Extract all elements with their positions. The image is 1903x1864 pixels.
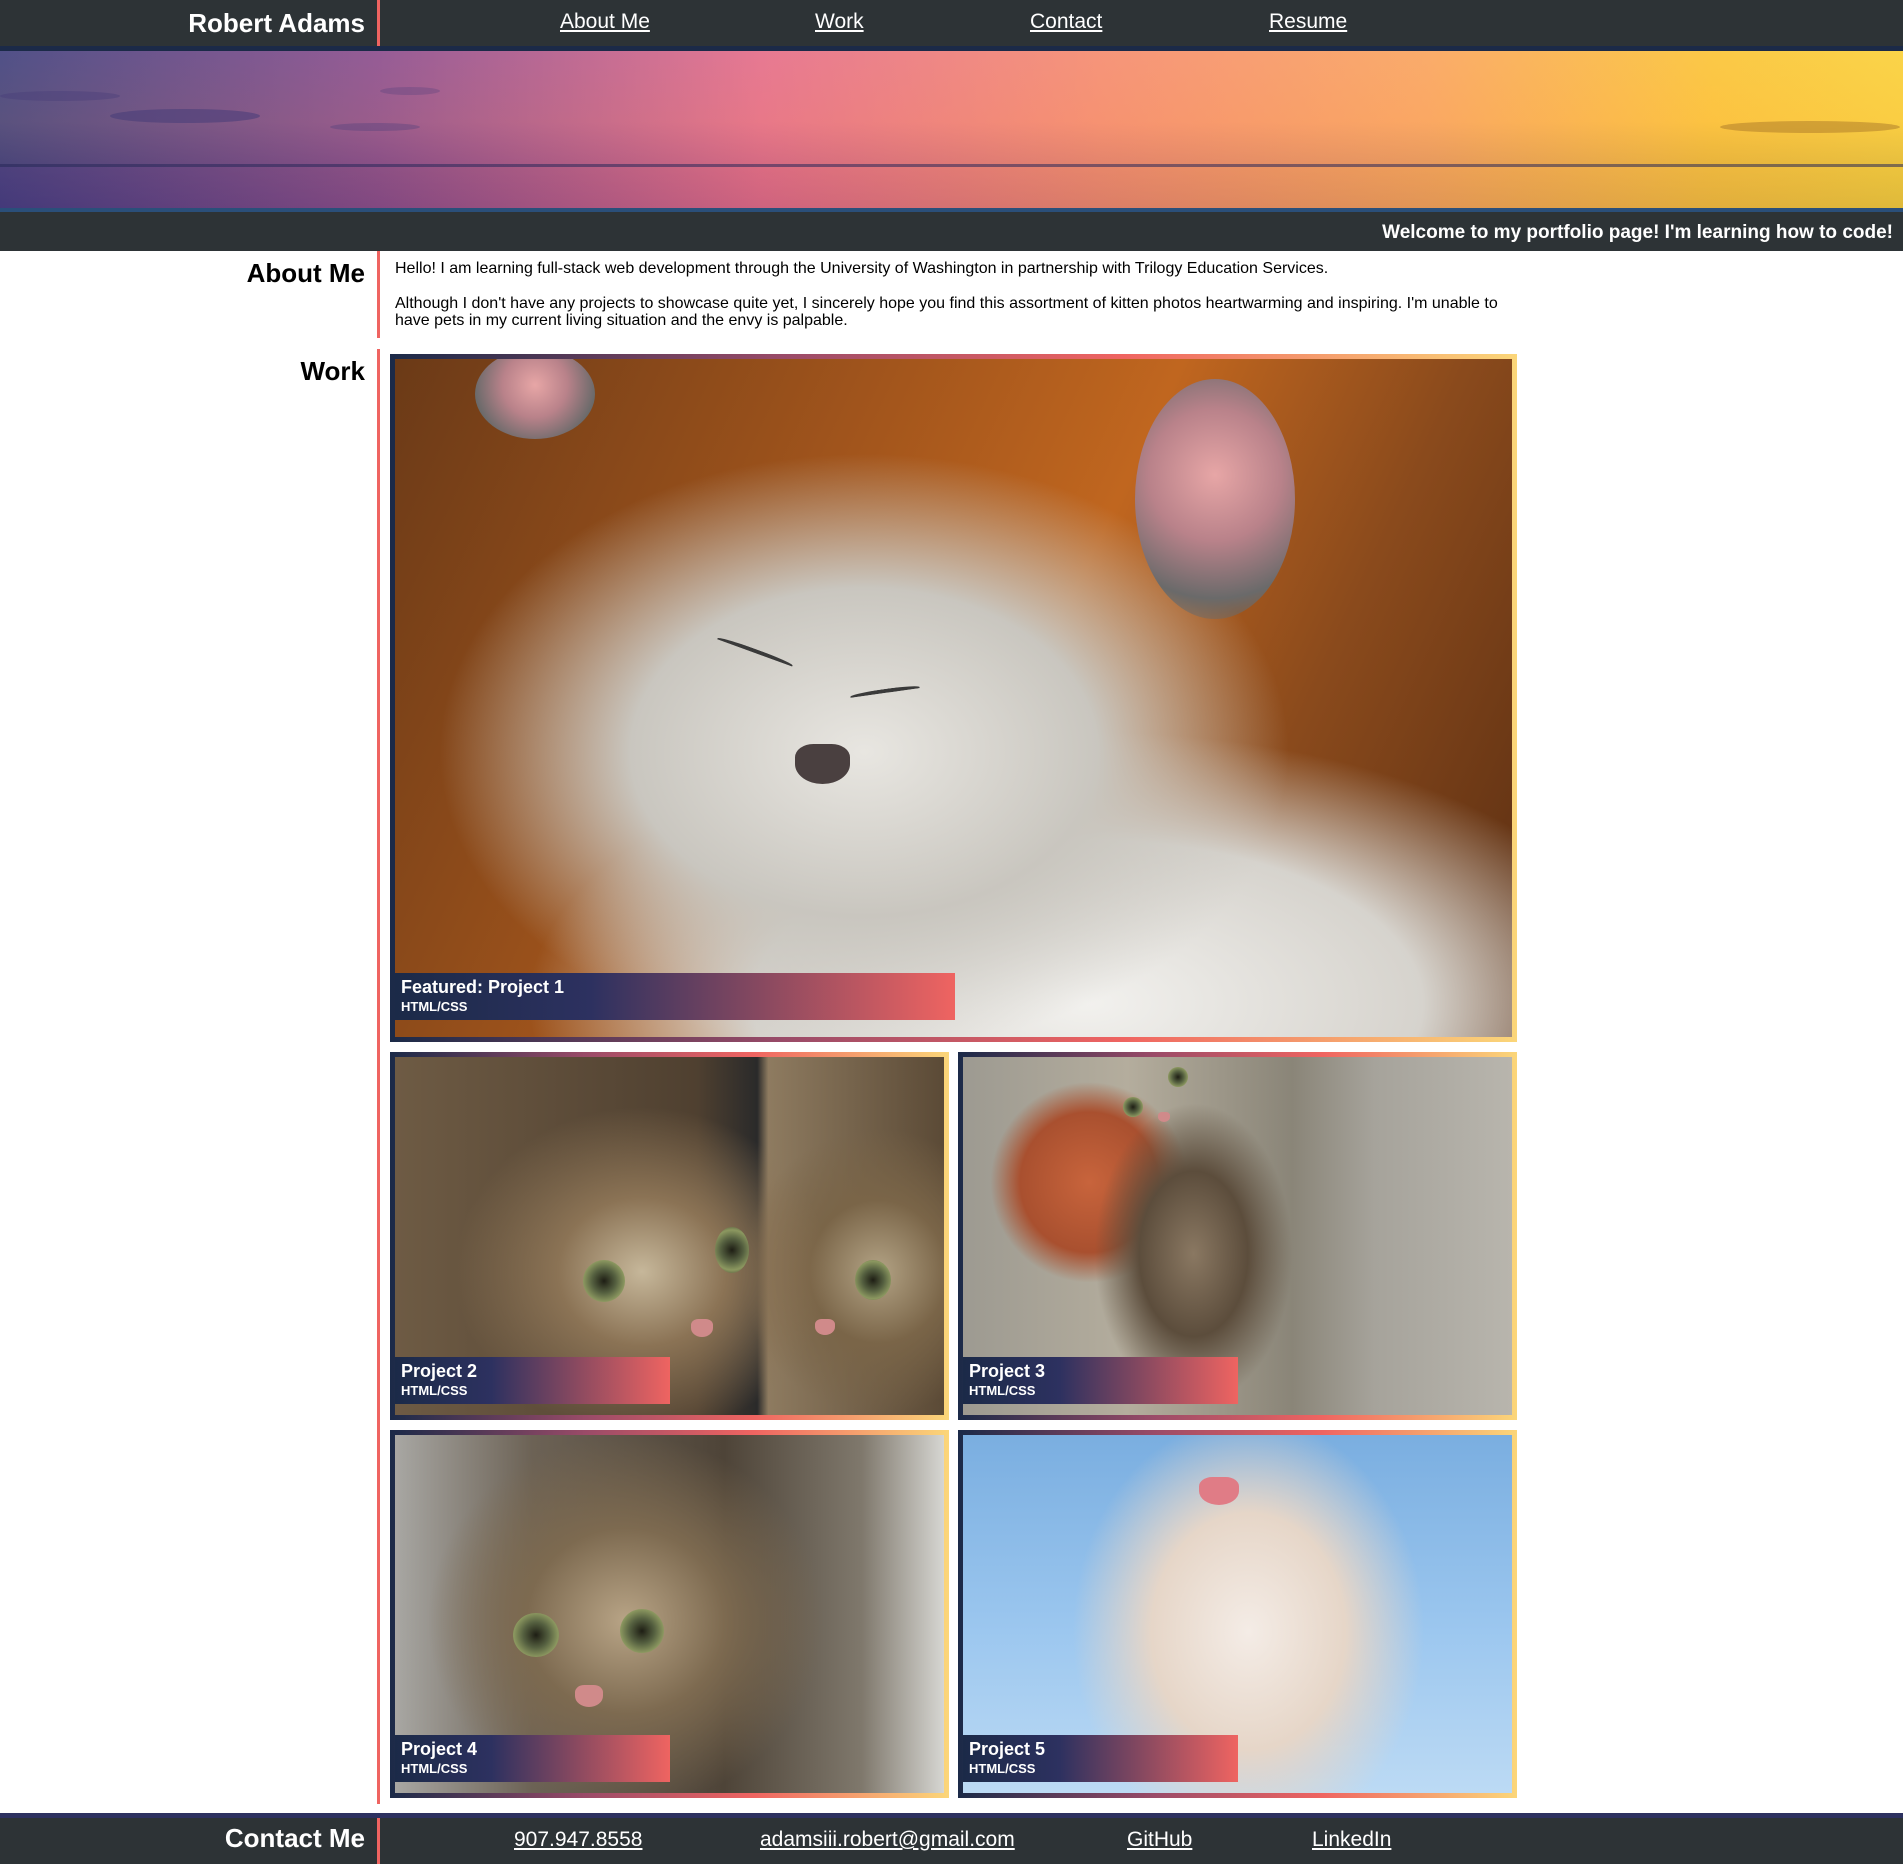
contact-email-link[interactable]: adamsiii.robert@gmail.com xyxy=(760,1828,1015,1852)
kitten-eye xyxy=(1168,1067,1188,1087)
project-card-2[interactable]: Project 2 HTML/CSS xyxy=(390,1052,949,1420)
project-tech: HTML/CSS xyxy=(969,1761,1036,1776)
about-text: Hello! I am learning full-stack web deve… xyxy=(395,260,1515,329)
contact-heading: Contact Me xyxy=(224,1823,365,1853)
work-heading: Work xyxy=(300,356,365,386)
nav-link-resume[interactable]: Resume xyxy=(1269,10,1347,34)
project-title: Featured: Project 1 xyxy=(401,977,565,997)
footer-divider xyxy=(377,1818,380,1864)
project-tech: HTML/CSS xyxy=(401,1761,468,1776)
project-label: Project 3 HTML/CSS xyxy=(963,1357,1238,1404)
project-label: Project 5 HTML/CSS xyxy=(963,1735,1238,1782)
project-tech: HTML/CSS xyxy=(401,999,468,1014)
project-card-5[interactable]: Project 5 HTML/CSS xyxy=(958,1430,1517,1798)
welcome-bar: Welcome to my portfolio page! I'm learni… xyxy=(0,212,1903,251)
about-paragraph: Hello! I am learning full-stack web deve… xyxy=(395,260,1329,277)
kitten-eye xyxy=(715,1227,749,1273)
about-divider xyxy=(377,251,380,338)
nav-link-work[interactable]: Work xyxy=(815,10,864,34)
work-divider xyxy=(377,349,380,1804)
contact-footer: Contact Me 907.947.8558 adamsiii.robert@… xyxy=(0,1818,1903,1864)
banner-sunset-image xyxy=(0,51,1903,208)
project-card-featured[interactable]: Featured: Project 1 HTML/CSS xyxy=(390,354,1517,1042)
project-title: Project 3 xyxy=(969,1361,1046,1381)
kitten-eye xyxy=(1123,1097,1143,1117)
kitten-eye xyxy=(513,1613,559,1657)
kitten-photo: Featured: Project 1 HTML/CSS xyxy=(395,359,1512,1037)
kitten-eye xyxy=(620,1609,664,1653)
project-label: Project 2 HTML/CSS xyxy=(395,1357,670,1404)
project-label: Project 4 HTML/CSS xyxy=(395,1735,670,1782)
github-link[interactable]: GitHub xyxy=(1127,1828,1192,1852)
contact-phone-link[interactable]: 907.947.8558 xyxy=(514,1828,642,1852)
nav-link-about[interactable]: About Me xyxy=(560,10,650,34)
project-tech: HTML/CSS xyxy=(401,1383,468,1398)
project-title: Project 5 xyxy=(969,1739,1046,1759)
about-heading: About Me xyxy=(246,258,365,288)
kitten-eye xyxy=(855,1260,891,1300)
project-title: Project 2 xyxy=(401,1361,478,1381)
project-title: Project 4 xyxy=(401,1739,478,1759)
kitten-photo: Project 4 HTML/CSS xyxy=(395,1435,944,1793)
kitten-photo: Project 5 HTML/CSS xyxy=(963,1435,1512,1793)
project-tech: HTML/CSS xyxy=(969,1383,1036,1398)
kitten-eye xyxy=(583,1260,625,1302)
nav-bar: Robert Adams About Me Work Contact Resum… xyxy=(0,0,1903,46)
project-card-3[interactable]: Project 3 HTML/CSS xyxy=(958,1052,1517,1420)
kitten-photo: Project 3 HTML/CSS xyxy=(963,1057,1512,1415)
nav-divider xyxy=(377,0,380,46)
kitten-photo: Project 2 HTML/CSS xyxy=(395,1057,944,1415)
about-paragraph: Although I don't have any projects to sh… xyxy=(395,295,1498,329)
nav-link-contact[interactable]: Contact xyxy=(1030,10,1102,34)
project-label: Featured: Project 1 HTML/CSS xyxy=(395,973,955,1020)
linkedin-link[interactable]: LinkedIn xyxy=(1312,1828,1391,1852)
welcome-message: Welcome to my portfolio page! I'm learni… xyxy=(1382,222,1893,243)
closed-eye xyxy=(716,635,794,669)
closed-eye xyxy=(849,684,921,700)
project-card-4[interactable]: Project 4 HTML/CSS xyxy=(390,1430,949,1798)
site-name[interactable]: Robert Adams xyxy=(188,8,365,39)
